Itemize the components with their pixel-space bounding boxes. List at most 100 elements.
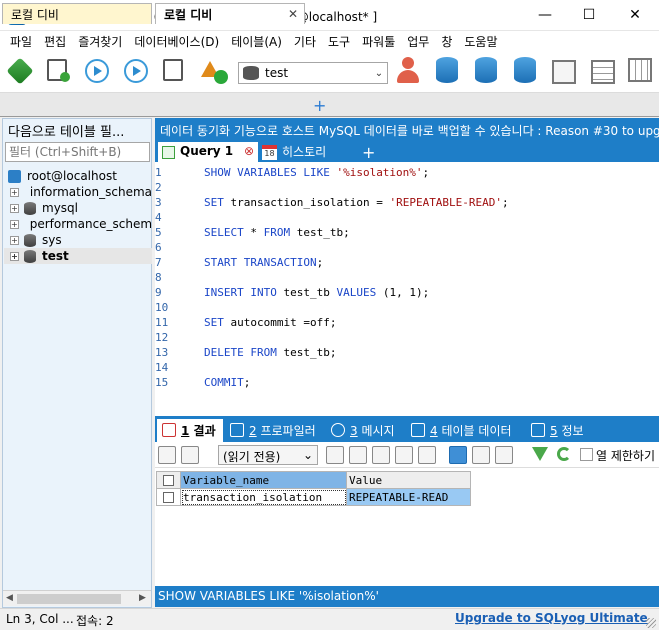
menu-help[interactable]: 도움말 [458,31,503,51]
menu-favorites[interactable]: 즐겨찾기 [72,31,128,51]
sql-keyword: SET [204,196,224,209]
select-all-cell[interactable] [156,471,181,489]
menu-database[interactable]: 데이터베이스(D) [128,31,225,51]
expand-icon[interactable]: + [10,219,19,229]
filter-input[interactable] [5,142,150,162]
menu-business[interactable]: 업무 [401,31,435,51]
upgrade-link[interactable]: Upgrade to SQLyog Ultimate [455,611,648,625]
resize-grip-icon[interactable] [646,618,656,628]
line-number: 1 [155,166,162,179]
tree-item-label: performance_schema [29,217,152,231]
text-view-icon[interactable] [495,446,513,464]
user-manager-icon[interactable] [396,57,420,85]
tab-messages[interactable]: 3 메시지 [326,419,399,442]
expand-icon[interactable]: + [10,251,19,261]
table-row[interactable]: transaction_isolation REPEATABLE-READ [156,488,471,506]
add-query-tab-button[interactable]: + [362,143,375,162]
column-header[interactable]: Value [346,471,471,489]
object-browser-header[interactable]: 다음으로 테이블 필... [8,121,148,140]
row-select-cell[interactable] [156,488,181,506]
sql-text: ; [243,376,251,389]
expand-icon[interactable]: + [10,203,19,213]
scrollbar-thumb[interactable] [17,594,121,604]
history-tab[interactable]: 히스토리 [262,143,326,160]
tab-number: 4 [430,424,438,438]
database-icon [24,233,36,247]
execute-query-icon[interactable] [85,59,109,83]
add-row-icon[interactable] [158,446,176,464]
scroll-right-icon[interactable]: ▶ [139,593,146,603]
tree-item-sys[interactable]: + sys [4,232,152,248]
tab-result[interactable]: 1 결과 [157,419,223,442]
table-structure-icon[interactable] [591,60,615,84]
add-connection-tab-button[interactable]: + [313,96,326,115]
database-icon [243,66,259,80]
expand-icon[interactable]: + [10,187,19,197]
sql-string: 'REPEATABLE-READ' [389,196,503,209]
form-view-icon[interactable] [472,446,490,464]
grid-cell[interactable]: REPEATABLE-READ [346,488,471,506]
tree-item-mysql[interactable]: + mysql [4,200,152,216]
import-icon[interactable] [552,60,576,84]
grid-view-icon[interactable] [449,446,467,464]
backup-db-icon[interactable] [436,57,458,83]
line-number: 2 [155,181,162,194]
filter-icon[interactable] [532,447,548,461]
close-tab-icon[interactable]: ✕ [288,7,298,21]
sql-code[interactable]: SHOW VARIABLES LIKE '%isolation%'; SET tr… [204,165,644,390]
readonly-select[interactable]: (읽기 전용) ⌄ [218,445,318,465]
save-icon[interactable] [372,446,390,464]
menu-table[interactable]: 테이블(A) [225,31,288,51]
database-selector[interactable]: test ⌄ [238,62,388,84]
duplicate-row-icon[interactable] [326,446,344,464]
sql-keyword: VALUES [336,286,377,299]
menu-window[interactable]: 창 [435,31,458,51]
delete-icon[interactable] [395,446,413,464]
tab-label: 메시지 [361,424,395,438]
tab-info[interactable]: 5 정보 [526,419,588,442]
cancel-icon[interactable] [418,446,436,464]
connection-tab-1[interactable]: 로컬 디비 [2,3,152,24]
tree-root[interactable]: root@localhost [4,168,152,184]
minimize-button[interactable]: — [522,0,568,30]
refresh-icon[interactable] [557,447,571,461]
row-checkbox[interactable] [163,492,174,503]
expand-icon[interactable]: + [10,235,19,245]
restore-db-icon[interactable] [475,57,497,83]
tab-number: 2 [249,424,257,438]
menu-edit[interactable]: 편집 [38,31,72,51]
menu-tools[interactable]: 도구 [322,31,356,51]
limit-rows-checkbox[interactable] [580,448,593,461]
column-header[interactable]: Variable_name [180,471,347,489]
grid-cell[interactable]: transaction_isolation [180,488,347,506]
query-icon [162,146,175,159]
tree-horizontal-scrollbar[interactable]: ◀ ▶ [3,590,151,606]
close-window-button[interactable]: ✕ [612,0,658,30]
maximize-button[interactable]: ☐ [566,0,612,30]
menu-others[interactable]: 기타 [288,31,322,51]
tree-item-information-schema[interactable]: + information_schema [4,184,152,200]
row-options-icon[interactable] [181,446,199,464]
sync-db-icon[interactable] [514,57,536,83]
tree-item-test[interactable]: + test [4,248,152,264]
line-number: 10 [155,301,169,314]
menu-file[interactable]: 파일 [4,31,38,51]
select-all-checkbox[interactable] [163,475,174,486]
code-line: COMMIT; [204,375,644,390]
copy-icon[interactable] [349,446,367,464]
connection-tab-2[interactable]: 로컬 디비 ✕ [155,3,305,24]
menu-powertools[interactable]: 파워툴 [356,31,401,51]
upgrade-banner[interactable]: 데이터 동기화 기능으로 호스트 MySQL 데이터를 바로 백업할 수 있습니… [155,118,659,140]
tab-table-data[interactable]: 4 테이블 데이터 [406,419,516,442]
tab-label: 테이블 데이터 [441,424,512,438]
close-query-tab-icon[interactable]: ⊗ [244,144,254,158]
code-line: SELECT * FROM test_tb; [204,225,644,240]
data-sync-icon[interactable] [628,58,652,82]
execute-explain-icon[interactable] [163,59,183,81]
grid-icon [162,423,176,437]
tree-item-performance-schema[interactable]: + performance_schema [4,216,152,232]
execute-all-icon[interactable] [124,59,148,83]
scroll-left-icon[interactable]: ◀ [6,593,13,603]
tab-profiler[interactable]: 2 프로파일러 [225,419,320,442]
